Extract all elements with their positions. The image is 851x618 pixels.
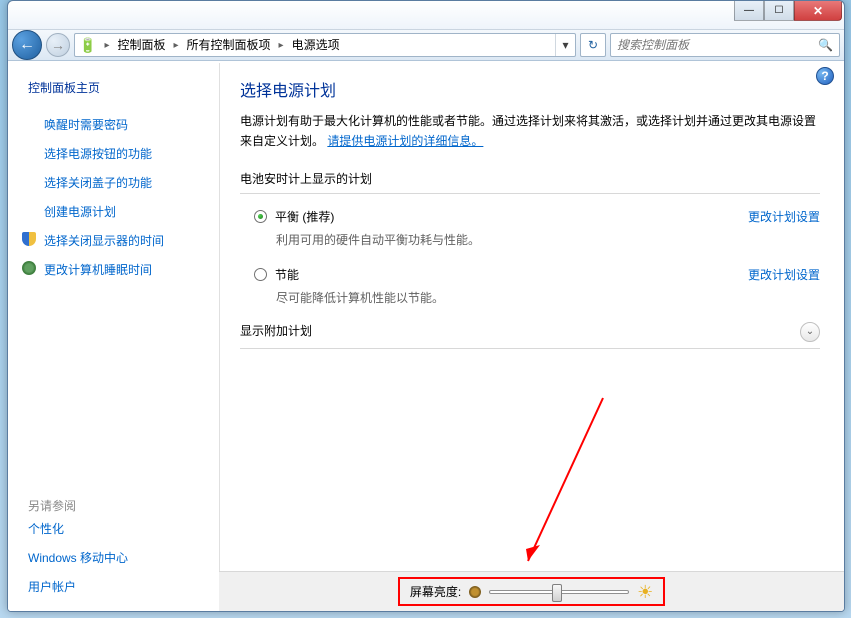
main-panel: ? 选择电源计划 电源计划有助于最大化计算机的性能或者节能。通过选择计划来将其激… bbox=[220, 61, 844, 611]
window-buttons: — ☐ ✕ bbox=[734, 1, 842, 21]
sidebar-link-display-off[interactable]: 选择关闭显示器的时间 bbox=[8, 226, 219, 255]
additional-divider bbox=[240, 348, 820, 349]
sidebar-title: 控制面板主页 bbox=[8, 79, 219, 110]
page-description: 电源计划有助于最大化计算机的性能或者节能。通过选择计划来将其激活，或选择计划并通… bbox=[240, 111, 820, 152]
change-plan-link-saver[interactable]: 更改计划设置 bbox=[748, 266, 820, 283]
sidebar-link-power-button[interactable]: 选择电源按钮的功能 bbox=[8, 139, 219, 168]
plan-row-saver[interactable]: 节能 更改计划设置 bbox=[240, 264, 820, 283]
plan-desc-balanced: 利用可用的硬件自动平衡功耗与性能。 bbox=[240, 229, 820, 264]
breadcrumb-leaf[interactable]: 电源选项 bbox=[288, 34, 344, 56]
sidebar-link-sleep-time[interactable]: 更改计算机睡眠时间 bbox=[8, 255, 219, 284]
page-heading: 选择电源计划 bbox=[240, 77, 820, 101]
brightness-low-icon bbox=[469, 586, 481, 598]
sidebar-link-create-plan[interactable]: 创建电源计划 bbox=[8, 197, 219, 226]
section-divider bbox=[240, 193, 820, 194]
change-plan-link-balanced[interactable]: 更改计划设置 bbox=[748, 208, 820, 225]
plan-name-saver: 节能 bbox=[275, 266, 748, 283]
address-bar: ← → 🔋 ▸ 控制面板 ▸ 所有控制面板项 ▸ 电源选项 ▾ ↻ 🔍 bbox=[8, 29, 844, 61]
section-label: 电池安时计上显示的计划 bbox=[240, 170, 820, 187]
chevron-right-icon: ▸ bbox=[275, 40, 288, 51]
nav-forward-button[interactable]: → bbox=[46, 33, 70, 57]
brightness-slider[interactable] bbox=[489, 590, 629, 594]
radio-saver[interactable] bbox=[254, 268, 267, 281]
back-arrow-icon: ← bbox=[19, 36, 35, 54]
chevron-right-icon: ▸ bbox=[169, 40, 182, 51]
breadcrumb-bar[interactable]: 🔋 ▸ 控制面板 ▸ 所有控制面板项 ▸ 电源选项 ▾ bbox=[74, 33, 576, 57]
plan-name-balanced: 平衡 (推荐) bbox=[275, 208, 748, 225]
brightness-slider-thumb[interactable] bbox=[552, 584, 562, 602]
content-area: 控制面板主页 唤醒时需要密码 选择电源按钮的功能 选择关闭盖子的功能 创建电源计… bbox=[8, 61, 844, 611]
nav-back-button[interactable]: ← bbox=[12, 30, 42, 60]
close-button[interactable]: ✕ bbox=[794, 1, 842, 21]
additional-plans-row: 显示附加计划 ⌄ bbox=[240, 322, 820, 342]
sidebar-link-lid-close[interactable]: 选择关闭盖子的功能 bbox=[8, 168, 219, 197]
breadcrumb-root[interactable]: 控制面板 bbox=[113, 34, 169, 56]
chevron-down-icon: ⌄ bbox=[806, 326, 814, 337]
see-also-personalization[interactable]: 个性化 bbox=[8, 514, 219, 543]
help-icon: ? bbox=[821, 69, 828, 83]
forward-arrow-icon: → bbox=[51, 37, 65, 53]
brightness-label: 屏幕亮度: bbox=[410, 583, 461, 600]
plan-row-balanced[interactable]: 平衡 (推荐) 更改计划设置 bbox=[240, 206, 820, 225]
title-bar: — ☐ ✕ bbox=[8, 1, 844, 29]
see-also-user-accounts[interactable]: 用户帐户 bbox=[8, 572, 219, 601]
refresh-icon: ↻ bbox=[588, 38, 598, 52]
additional-plans-label: 显示附加计划 bbox=[240, 322, 312, 339]
desc-help-link[interactable]: 请提供电源计划的详细信息。 bbox=[327, 134, 483, 148]
bottom-bar: 屏幕亮度: ☀ bbox=[219, 571, 844, 611]
sidebar-link-wake-password[interactable]: 唤醒时需要密码 bbox=[8, 110, 219, 139]
search-input[interactable] bbox=[615, 37, 835, 53]
expand-additional-button[interactable]: ⌄ bbox=[800, 322, 820, 342]
annotation-highlight-box: 屏幕亮度: ☀ bbox=[398, 577, 665, 606]
maximize-button[interactable]: ☐ bbox=[764, 1, 794, 21]
chevron-right-icon: ▸ bbox=[100, 40, 113, 51]
minimize-button[interactable]: — bbox=[734, 1, 764, 21]
search-icon: 🔍 bbox=[818, 38, 833, 52]
search-box[interactable]: 🔍 bbox=[610, 33, 840, 57]
plan-desc-saver: 尽可能降低计算机性能以节能。 bbox=[240, 287, 820, 322]
brightness-high-icon: ☀ bbox=[637, 584, 653, 600]
see-also-mobility-center[interactable]: Windows 移动中心 bbox=[8, 543, 219, 572]
control-panel-window: — ☐ ✕ ← → 🔋 ▸ 控制面板 ▸ 所有控制面板项 ▸ 电源选项 ▾ ↻ … bbox=[7, 0, 845, 612]
power-options-icon: 🔋 bbox=[75, 37, 100, 54]
breadcrumb-dropdown[interactable]: ▾ bbox=[555, 34, 575, 56]
breadcrumb-mid[interactable]: 所有控制面板项 bbox=[183, 34, 275, 56]
help-button[interactable]: ? bbox=[816, 67, 834, 85]
radio-balanced[interactable] bbox=[254, 210, 267, 223]
see-also-label: 另请参阅 bbox=[8, 487, 219, 514]
refresh-button[interactable]: ↻ bbox=[580, 33, 606, 57]
sidebar: 控制面板主页 唤醒时需要密码 选择电源按钮的功能 选择关闭盖子的功能 创建电源计… bbox=[8, 61, 219, 611]
